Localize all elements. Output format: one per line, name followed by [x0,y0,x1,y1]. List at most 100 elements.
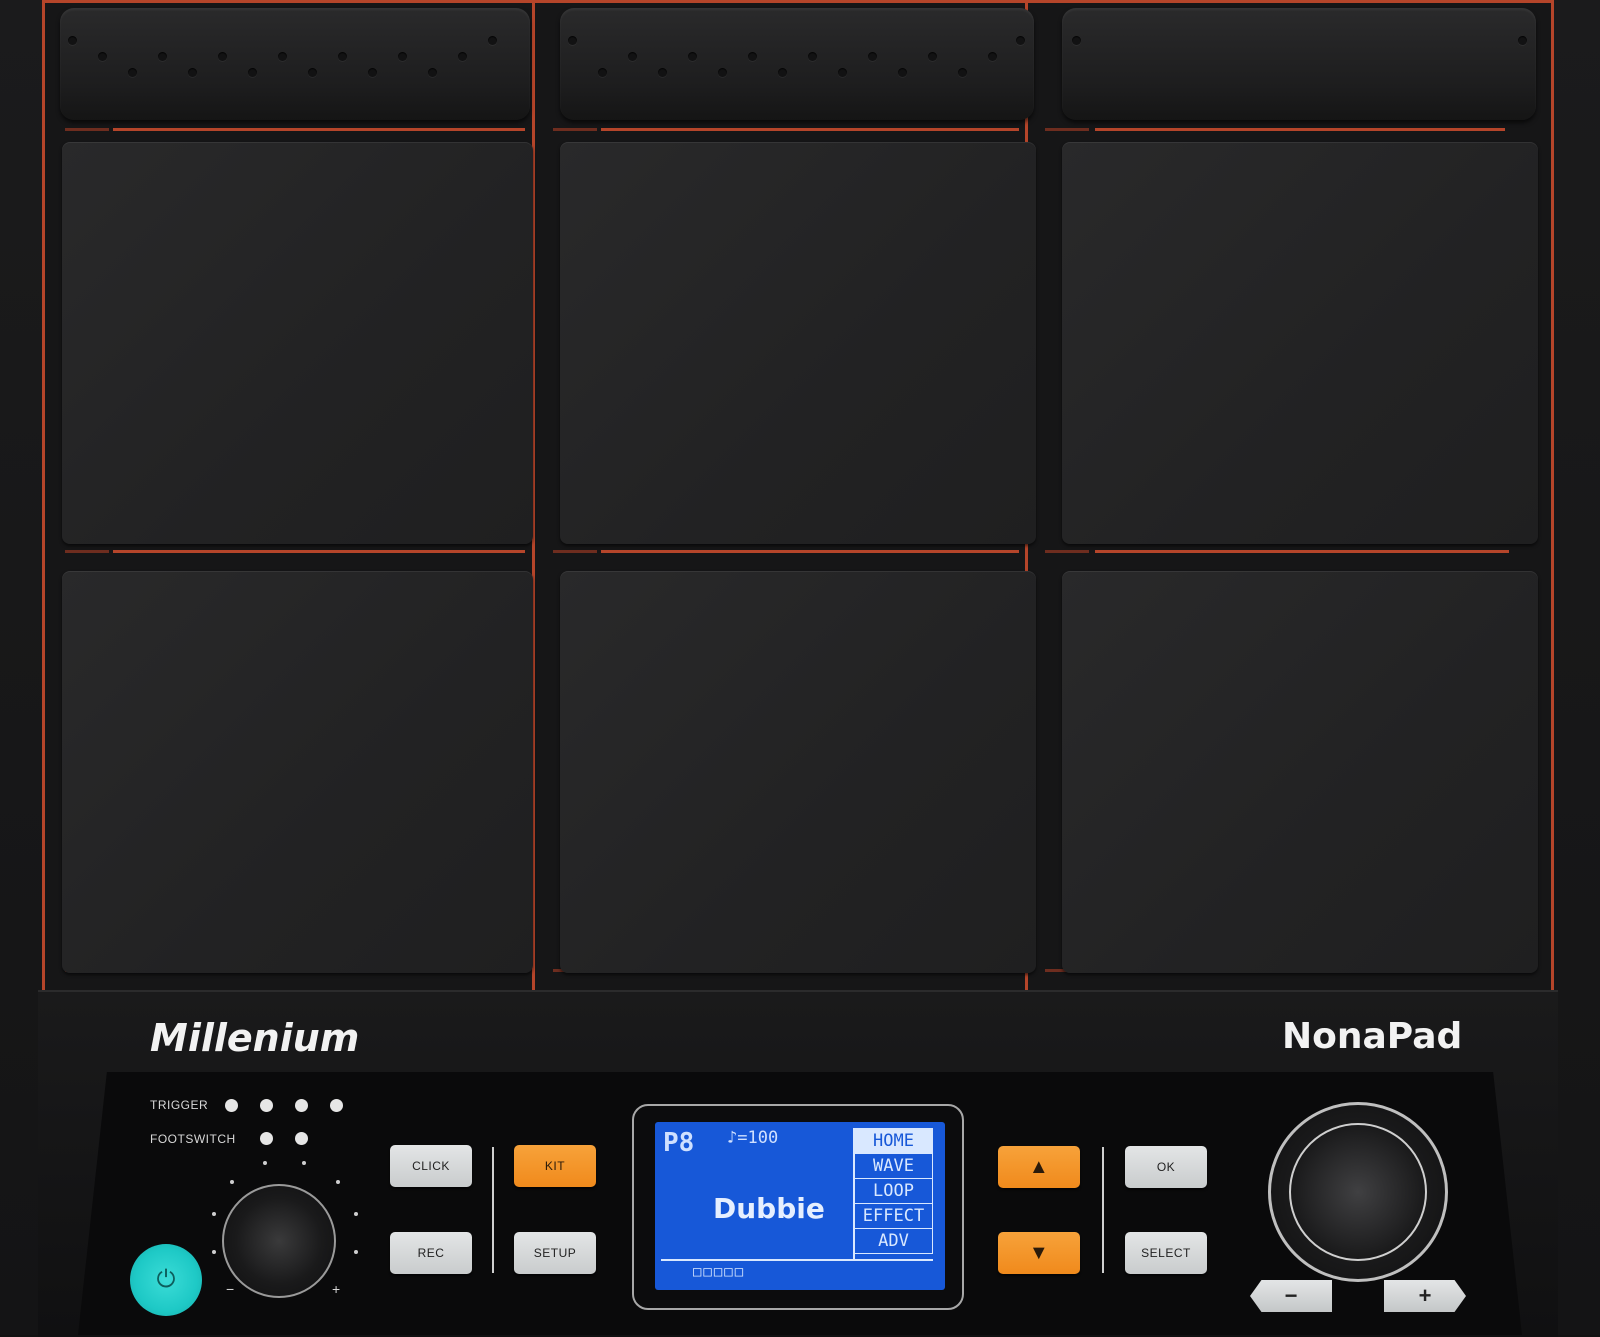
up-button[interactable]: ▲ [998,1146,1080,1188]
rim-texture-dot [1518,36,1527,45]
rec-button[interactable]: REC [390,1232,472,1274]
down-button[interactable]: ▼ [998,1232,1080,1274]
rim-texture-dot [598,68,607,77]
rim-texture-dot [1072,36,1081,45]
divider-line [1045,128,1089,131]
scale-dot [212,1250,216,1254]
rim-texture-dot [688,52,697,61]
lcd-menu-item-home: HOME [854,1128,933,1154]
arrow-up-icon: ▲ [1028,1155,1050,1178]
divider-line [601,128,1019,131]
rim-texture-dot [838,68,847,77]
kit-number: P8 [663,1128,695,1158]
divider-line [553,550,597,553]
trigger-led [260,1099,273,1112]
rim-texture-dot [488,36,497,45]
lcd-status-boxes: □□□□□ [693,1264,746,1280]
lcd-menu: HOME WAVE LOOP EFFECT ADV [854,1128,933,1254]
select-button[interactable]: SELECT [1125,1232,1207,1274]
brand-logo: Millenium [150,1016,360,1060]
footswitch-led [295,1132,308,1145]
rim-texture-dot [958,68,967,77]
scale-dot [354,1212,358,1216]
divider-line [553,128,597,131]
lcd-divider [661,1259,933,1261]
pad-6[interactable] [1062,571,1538,973]
tempo-display: ♪=100 [727,1128,779,1148]
scale-dot [212,1212,216,1216]
rim-texture-dot [68,36,77,45]
divider-line [65,128,109,131]
rim-pad-right[interactable] [1062,8,1536,120]
pad-4[interactable] [62,571,533,973]
rim-texture-dot [428,68,437,77]
power-icon: ⏻ [156,1266,176,1293]
pad-5[interactable] [560,571,1036,973]
pad-1[interactable] [62,142,533,544]
click-button[interactable]: CLICK [390,1145,472,1187]
rim-texture-dot [188,68,197,77]
rim-texture-dot [368,68,377,77]
rim-texture-dot [988,52,997,61]
volume-knob[interactable] [222,1184,336,1298]
rim-pad-left[interactable] [60,8,530,120]
footswitch-led [260,1132,273,1145]
rim-texture-dot [928,52,937,61]
divider-line [1045,550,1089,553]
lcd-screen: P8 ♪=100 Dubbie HOME WAVE LOOP EFFECT AD… [655,1122,945,1290]
scale-dot [354,1250,358,1254]
rim-texture-dot [868,52,877,61]
rim-texture-dot [398,52,407,61]
scale-dot [230,1180,234,1184]
rim-texture-dot [458,52,467,61]
kit-name: Dubbie [713,1192,825,1225]
rim-texture-dot [778,68,787,77]
trigger-led [330,1099,343,1112]
rim-texture-dot [248,68,257,77]
divider-line [113,550,525,553]
rim-texture-dot [808,52,817,61]
scale-dot [263,1161,267,1165]
divider-line [113,128,525,131]
plus-button[interactable]: + [1384,1280,1466,1312]
footswitch-label: FOOTSWITCH [150,1132,236,1146]
kit-button[interactable]: KIT [514,1145,596,1187]
button-separator [492,1147,494,1273]
rim-texture-dot [658,68,667,77]
ok-button[interactable]: OK [1125,1146,1207,1188]
button-separator [1102,1147,1104,1273]
power-button[interactable]: ⏻ [130,1244,202,1316]
rim-texture-dot [1016,36,1025,45]
lcd-menu-item-adv: ADV [854,1229,933,1254]
divider-line [65,550,109,553]
rim-texture-dot [308,68,317,77]
lcd-menu-item-loop: LOOP [854,1179,933,1204]
trigger-led [225,1099,238,1112]
data-wheel-inner [1289,1123,1427,1261]
nonapad-device: Millenium NonaPad TRIGGER FOOTSWITCH − +… [0,0,1600,1337]
rim-texture-dot [158,52,167,61]
rim-texture-dot [218,52,227,61]
arrow-down-icon: ▼ [1028,1241,1050,1264]
rim-texture-dot [718,68,727,77]
rim-texture-dot [898,68,907,77]
minus-button[interactable]: − [1250,1280,1332,1312]
trigger-label: TRIGGER [150,1098,209,1112]
rim-texture-dot [338,52,347,61]
lcd-menu-item-effect: EFFECT [854,1204,933,1229]
data-wheel[interactable] [1268,1102,1448,1282]
volume-max-label: + [332,1281,341,1297]
model-name: NonaPad [1282,1016,1463,1057]
divider-line [1095,550,1509,553]
rim-texture-dot [278,52,287,61]
divider-line [601,550,1019,553]
rim-texture-dot [628,52,637,61]
pad-2[interactable] [560,142,1036,544]
trigger-led [295,1099,308,1112]
lcd-menu-item-wave: WAVE [854,1154,933,1179]
pad-3[interactable] [1062,142,1538,544]
rim-texture-dot [98,52,107,61]
rim-texture-dot [128,68,137,77]
rim-pad-center[interactable] [560,8,1034,120]
setup-button[interactable]: SETUP [514,1232,596,1274]
